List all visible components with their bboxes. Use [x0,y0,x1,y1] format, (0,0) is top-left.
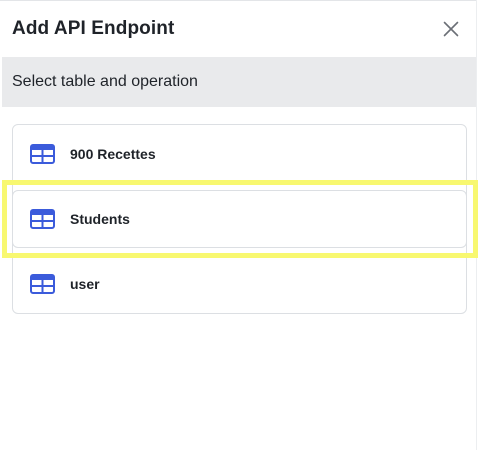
dialog-header: Add API Endpoint [0,1,476,57]
table-item-label: 900 Recettes [70,146,156,162]
dialog-title: Add API Endpoint [12,18,175,39]
close-icon [443,21,459,37]
right-divider [476,0,477,450]
add-api-endpoint-dialog: Add API Endpoint Select table and operat… [0,0,480,450]
section-title: Select table and operation [12,73,198,90]
table-item-label: Students [70,211,130,227]
table-item-label: user [70,276,100,292]
section-header: Select table and operation [2,57,476,107]
table-icon [29,273,55,295]
close-button[interactable] [438,16,464,42]
table-icon [29,208,55,230]
table-item-user[interactable]: user [13,255,466,313]
table-item-900-recettes[interactable]: 900 Recettes [13,125,466,183]
table-item-students[interactable]: Students [12,190,467,248]
table-icon [29,143,55,165]
